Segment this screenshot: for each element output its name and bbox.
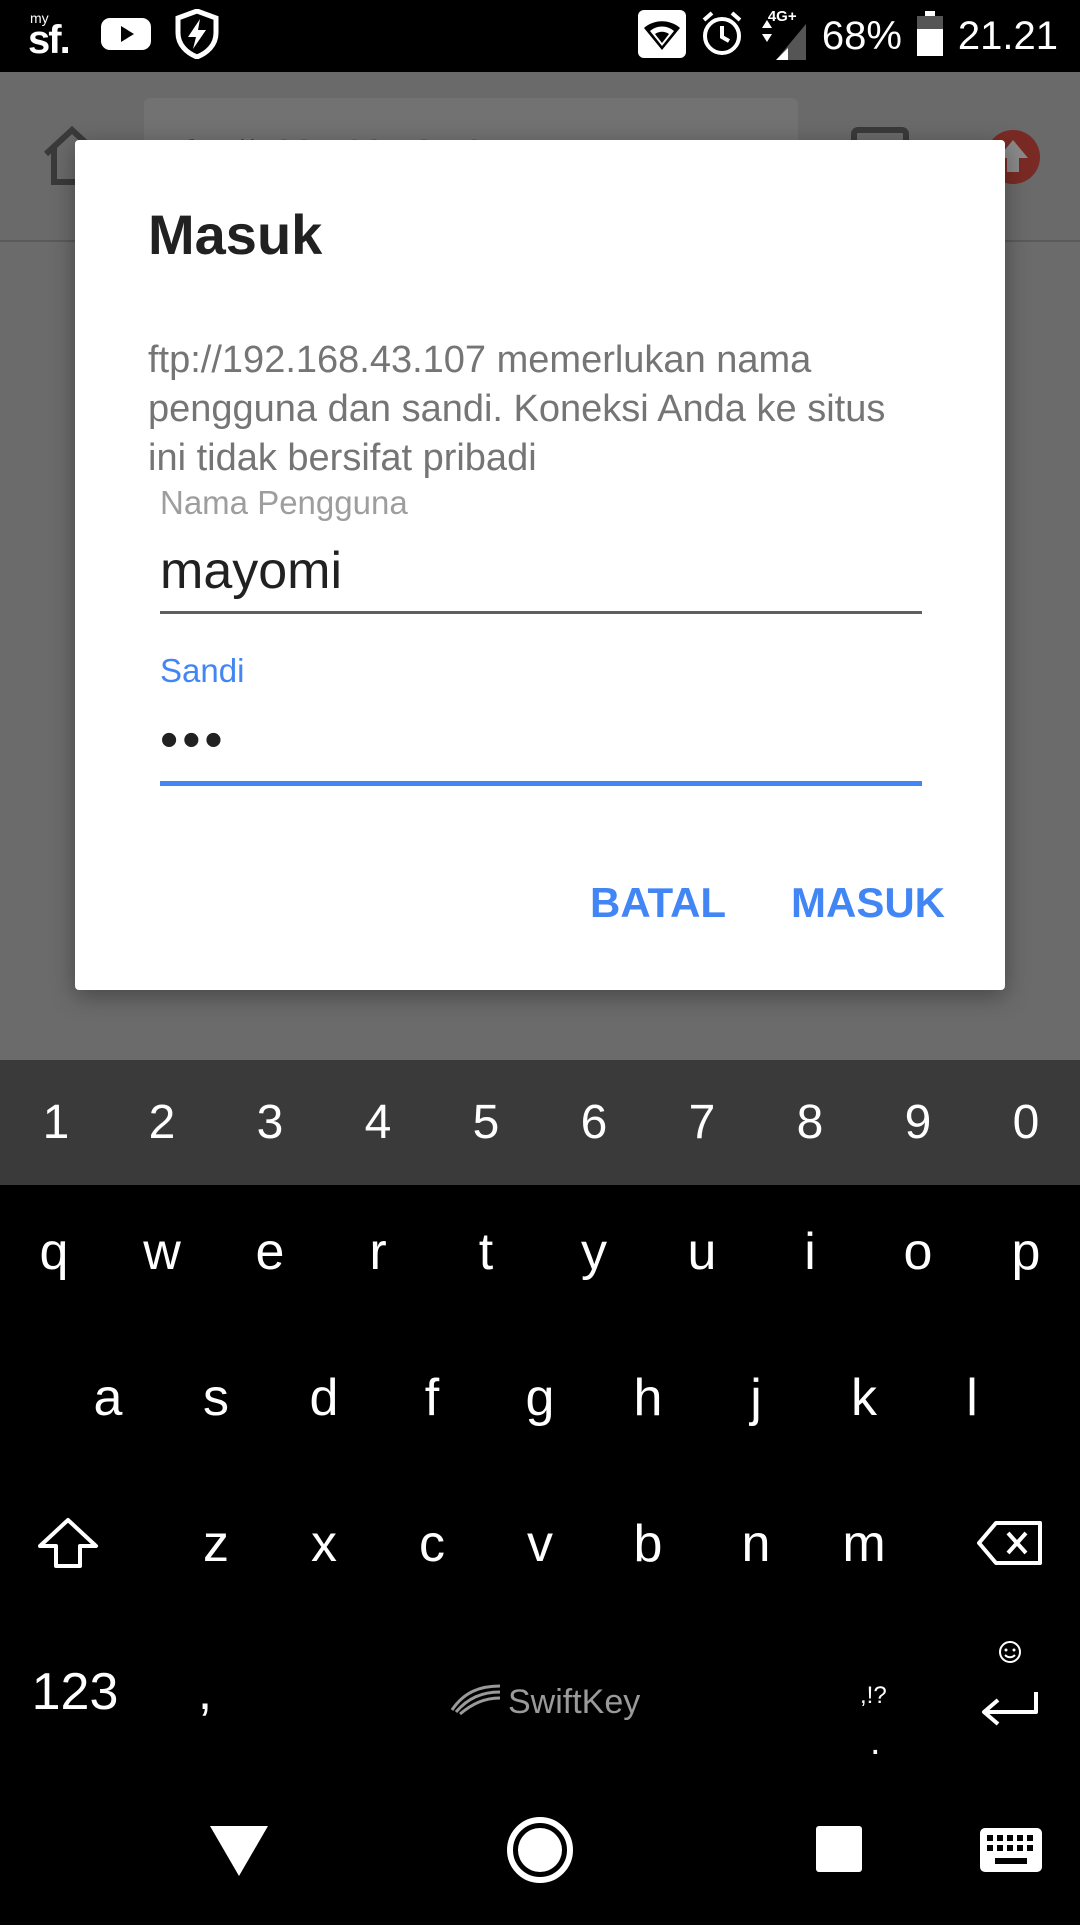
swiftkey-keyboard: 1 2 3 4 5 6 7 8 9 0 q w e r t y u i o p … xyxy=(0,1060,1080,1780)
key-x[interactable]: x xyxy=(270,1484,378,1604)
punctuation-key[interactable]: ,!? . xyxy=(850,1632,900,1763)
clock: 21.21 xyxy=(957,13,1058,58)
numbers-mode-key[interactable]: 123 xyxy=(20,1632,130,1752)
key-g[interactable]: g xyxy=(486,1338,594,1458)
emoji-icon xyxy=(999,1641,1021,1663)
key-6[interactable]: 6 xyxy=(540,1060,648,1185)
backspace-icon xyxy=(977,1521,1042,1565)
password-field[interactable] xyxy=(160,706,922,786)
username-field[interactable] xyxy=(160,538,922,614)
status-bar: my sf. 4G+ 68% 21.21 xyxy=(0,0,1080,72)
key-8[interactable]: 8 xyxy=(756,1060,864,1185)
carrier-logo: my sf. xyxy=(28,10,71,62)
key-h[interactable]: h xyxy=(594,1338,702,1458)
key-0[interactable]: 0 xyxy=(972,1060,1080,1185)
key-2[interactable]: 2 xyxy=(108,1060,216,1185)
key-r[interactable]: r xyxy=(324,1192,432,1312)
signal-icon: 4G+ xyxy=(758,8,808,62)
key-3[interactable]: 3 xyxy=(216,1060,324,1185)
shield-bolt-icon xyxy=(174,7,220,64)
swiftkey-brand: SwiftKey xyxy=(508,1683,641,1721)
key-z[interactable]: z xyxy=(162,1484,270,1604)
key-f[interactable]: f xyxy=(378,1338,486,1458)
key-l[interactable]: l xyxy=(918,1338,1026,1458)
submit-button[interactable]: MASUK xyxy=(791,868,945,938)
key-m[interactable]: m xyxy=(810,1484,918,1604)
key-1[interactable]: 1 xyxy=(2,1060,110,1185)
key-y[interactable]: y xyxy=(540,1192,648,1312)
shift-key[interactable] xyxy=(14,1484,122,1604)
backspace-key[interactable] xyxy=(960,1484,1060,1604)
key-w[interactable]: w xyxy=(108,1192,216,1312)
key-t[interactable]: t xyxy=(432,1192,540,1312)
key-9[interactable]: 9 xyxy=(864,1060,972,1185)
enter-icon xyxy=(982,1692,1038,1726)
key-4[interactable]: 4 xyxy=(324,1060,432,1185)
home-circle-icon[interactable] xyxy=(504,1780,576,1920)
alarm-icon xyxy=(700,10,744,63)
back-icon[interactable] xyxy=(204,1780,274,1920)
key-v[interactable]: v xyxy=(486,1484,594,1604)
spacebar[interactable]: SwiftKey xyxy=(450,1680,640,1725)
battery-percent: 68% xyxy=(821,13,902,58)
dialog-message: ftp://192.168.43.107 memerlukan nama pen… xyxy=(148,339,886,479)
key-s[interactable]: s xyxy=(162,1338,270,1458)
navigation-bar xyxy=(0,1780,1080,1920)
key-j[interactable]: j xyxy=(702,1338,810,1458)
login-dialog: Masuk ftp://192.168.43.107 memerlukan na… xyxy=(75,140,1005,990)
swiftkey-logo-icon xyxy=(450,1680,502,1725)
keyboard-switch-icon[interactable] xyxy=(978,1780,1044,1920)
key-e[interactable]: e xyxy=(216,1192,324,1312)
recents-icon[interactable] xyxy=(814,1780,864,1920)
key-o[interactable]: o xyxy=(864,1192,972,1312)
password-label: Sandi xyxy=(160,652,245,689)
key-u[interactable]: u xyxy=(648,1192,756,1312)
wifi-icon xyxy=(637,9,686,63)
key-b[interactable]: b xyxy=(594,1484,702,1604)
key-n[interactable]: n xyxy=(702,1484,810,1604)
dialog-title: Masuk xyxy=(148,203,323,266)
key-q[interactable]: q xyxy=(0,1192,108,1312)
key-7[interactable]: 7 xyxy=(648,1060,756,1185)
cancel-button[interactable]: BATAL xyxy=(590,868,726,938)
comma-key[interactable]: , xyxy=(160,1632,250,1752)
enter-key[interactable] xyxy=(970,1632,1050,1752)
key-a[interactable]: a xyxy=(54,1338,162,1458)
key-i[interactable]: i xyxy=(756,1192,864,1312)
shift-icon xyxy=(38,1518,98,1568)
battery-icon xyxy=(916,10,944,62)
key-5[interactable]: 5 xyxy=(432,1060,540,1185)
youtube-icon xyxy=(100,14,152,59)
username-label: Nama Pengguna xyxy=(160,484,408,521)
key-d[interactable]: d xyxy=(270,1338,378,1458)
key-p[interactable]: p xyxy=(972,1192,1080,1312)
key-k[interactable]: k xyxy=(810,1338,918,1458)
key-c[interactable]: c xyxy=(378,1484,486,1604)
number-row: 1 2 3 4 5 6 7 8 9 0 xyxy=(0,1060,1080,1185)
